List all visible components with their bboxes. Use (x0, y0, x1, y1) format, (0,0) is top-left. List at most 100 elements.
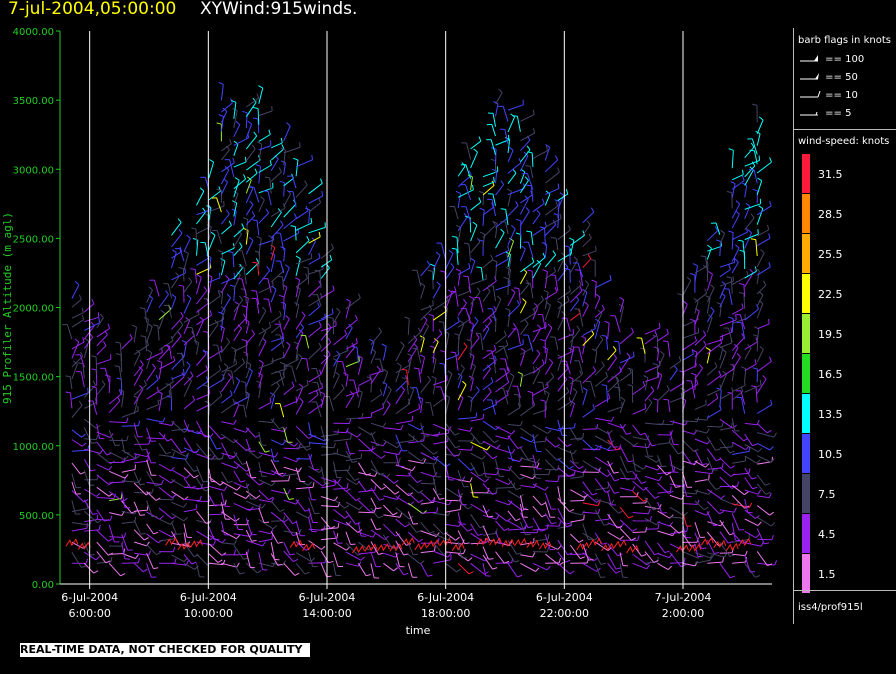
wind-barb-flag (524, 319, 529, 325)
wind-barb-flag (251, 329, 256, 335)
wind-barb (557, 458, 570, 470)
wind-barb (420, 285, 426, 299)
wind-barb (744, 455, 758, 464)
wind-barb-flag (677, 451, 683, 455)
wind-barb (245, 240, 254, 255)
wind-barb (133, 519, 142, 535)
wind-barb-flag (300, 323, 304, 328)
wind-barb (470, 324, 474, 341)
wind-barb-flag (568, 376, 574, 380)
wind-barb (520, 261, 535, 273)
wind-barb (719, 261, 735, 268)
wind-barb (731, 150, 734, 169)
wind-barb (283, 522, 294, 536)
wind-barb-flag (728, 316, 734, 320)
wind-barb (607, 513, 618, 529)
wind-barb-flag (474, 316, 479, 322)
wind-barb-flag (525, 282, 531, 285)
wind-barb (644, 334, 657, 345)
wind-barb-flag (312, 482, 315, 488)
wind-barb-flag (550, 274, 556, 276)
wind-barb (183, 508, 197, 513)
wind-barb (270, 237, 274, 251)
wind-barb (744, 308, 759, 321)
wind-barb-flag (628, 460, 634, 463)
wind-barb (495, 250, 509, 258)
wind-barb-flag (203, 480, 209, 483)
wind-barb-flag (541, 502, 546, 506)
wind-barb-flag (768, 233, 771, 239)
wind-barb-flag (774, 560, 778, 566)
wind-barb (370, 393, 383, 403)
wind-barb-flag (279, 220, 284, 226)
wind-barb (183, 335, 195, 346)
wind-barb-flag (114, 444, 121, 446)
wind-barb-flag (404, 523, 410, 528)
wind-barb (395, 420, 413, 425)
wind-barb-flag (266, 266, 271, 271)
wind-barb (707, 409, 722, 419)
wind-barb (358, 500, 372, 513)
wind-barb-flag (462, 298, 467, 304)
wind-barb-flag (191, 561, 197, 565)
wind-barb-flag (715, 458, 721, 462)
wind-barb (283, 473, 299, 477)
wind-barb (233, 492, 247, 499)
wind-barb (283, 193, 292, 208)
x-tick-date: 6-Jul-2004 (417, 591, 474, 604)
wind-barb-flag (152, 324, 158, 327)
wind-barb (694, 438, 708, 445)
wind-barb-flag (526, 145, 531, 151)
wind-barb-flag (535, 567, 540, 572)
wind-barb-flag (235, 121, 241, 126)
wind-barb (682, 491, 696, 495)
speed-value: 4.5 (818, 528, 836, 541)
wind-barb-flag (769, 157, 772, 163)
wind-barb (232, 252, 235, 268)
wind-barb-flag (708, 270, 713, 275)
wind-barb (756, 442, 771, 451)
wind-barb-flag (627, 367, 633, 370)
wind-barb (632, 424, 641, 436)
wind-barb-flag (426, 260, 431, 266)
wind-barb (233, 178, 246, 190)
wind-barb-flag (247, 549, 249, 555)
wind-barb-flag (735, 200, 741, 205)
wind-barb-flag (93, 570, 99, 574)
wind-barb-flag (637, 535, 640, 541)
wind-barb-flag (689, 318, 696, 322)
wind-barb (283, 401, 297, 408)
wind-barb-flag (239, 295, 243, 301)
wind-barb (96, 327, 110, 338)
wind-barb (644, 443, 649, 457)
wind-barb (756, 237, 771, 247)
wind-barb (466, 142, 472, 160)
wind-barb (507, 551, 515, 563)
wind-barb-flag (97, 519, 102, 524)
wind-barb-flag (165, 290, 169, 295)
wind-barb-flag (336, 533, 339, 539)
wind-barb-flag (269, 397, 272, 403)
wind-barb-strong (576, 541, 590, 551)
wind-barb (308, 226, 326, 234)
wind-barb (620, 477, 636, 480)
wind-barb-flag (728, 264, 731, 270)
wind-barb (756, 270, 760, 284)
wind-barb (520, 312, 536, 323)
wind-barb-flag (569, 237, 575, 241)
wind-barb-flag (590, 207, 595, 213)
wind-barb-flag (488, 515, 494, 518)
wind-barb (96, 463, 109, 471)
wind-barb-flag (686, 526, 688, 532)
wind-barb (220, 84, 224, 101)
wind-barb (458, 479, 470, 483)
wind-barb-flag (177, 331, 182, 337)
wind-barb (520, 436, 532, 443)
wind-barb-flag (649, 515, 652, 522)
wind-barb (507, 116, 516, 133)
wind-barb-flag (496, 295, 502, 300)
wind-barb-flag (619, 296, 624, 301)
wind-barb (231, 371, 235, 385)
wind-barb (520, 404, 536, 417)
wind-barb (270, 439, 283, 446)
